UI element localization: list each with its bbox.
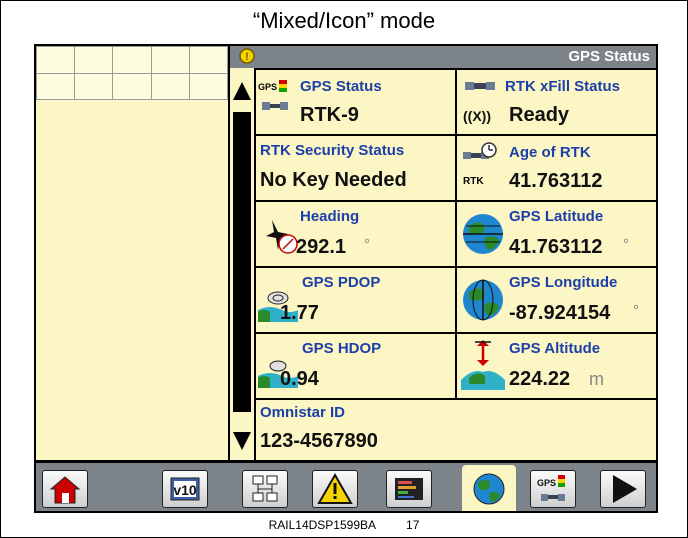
omnistar-id-label: Omnistar ID [260, 404, 346, 421]
age-of-rtk-label: Age of RTK [509, 144, 591, 161]
heading-label: Heading [300, 208, 360, 225]
cell-gps-altitude[interactable]: GPS Altitude 224.22 m [457, 334, 656, 398]
network-icon [252, 475, 278, 502]
gps-status-icon: GPS [258, 80, 288, 110]
v10-label: v10 [173, 482, 197, 498]
left-panel [36, 100, 228, 460]
cell-heading[interactable]: Heading 292.1 ° [256, 202, 455, 266]
page-number: 17 [406, 518, 420, 532]
figure-caption: “Mixed/Icon” mode [252, 8, 436, 33]
gps-longitude-label: GPS Longitude [509, 274, 618, 291]
gps-hdop-value: 0.94 [280, 368, 319, 390]
tab-globe-selected[interactable] [462, 465, 516, 511]
warning-button[interactable] [312, 470, 358, 508]
heading-unit: ° [364, 236, 370, 253]
play-arrow-icon [613, 475, 637, 503]
xfill-icon: ((X)) [463, 108, 491, 124]
svg-text:GPS: GPS [258, 82, 277, 92]
gps-latitude-value: 41.763112 [509, 236, 603, 258]
page-header: ! GPS Status [230, 46, 656, 68]
rtk-xfill-value: Ready [509, 104, 570, 126]
cell-rtk-xfill[interactable]: RTK xFill Status ((X)) Ready [457, 70, 656, 134]
rtk-security-label: RTK Security Status [260, 142, 405, 159]
gps-pdop-label: GPS PDOP [302, 274, 381, 291]
cell-gps-status[interactable]: GPS GPS Status RTK-9 [256, 70, 455, 134]
home-icon [49, 476, 81, 504]
cell-rtk-security[interactable]: RTK Security Status No Key Needed [256, 136, 455, 200]
scroll-thumb[interactable] [233, 112, 251, 412]
cell-gps-pdop[interactable]: GPS PDOP 1.77 [256, 268, 455, 332]
heading-value: 292.1 [296, 236, 347, 258]
omnistar-id-value: 123-4567890 [260, 430, 378, 452]
v10-icon: v10 [170, 477, 200, 501]
bar-display-icon [395, 478, 423, 500]
gps-altitude-label: GPS Altitude [509, 340, 601, 357]
tab-bar: v10 GPS [36, 463, 656, 511]
gps-latitude-unit: ° [623, 236, 629, 253]
gps-pdop-value: 1.77 [280, 302, 319, 324]
alert-icon: ! [239, 48, 255, 64]
age-of-rtk-icon: RTK [463, 142, 497, 187]
gps-hdop-label: GPS HDOP [302, 340, 382, 357]
gps-latitude-label: GPS Latitude [509, 208, 604, 225]
figure-reference: RAIL14DSP1599BA [268, 518, 376, 532]
globe-latitude-icon [463, 214, 503, 254]
gps-altitude-value: 224.22 [509, 368, 571, 390]
svg-text:RTK: RTK [463, 176, 484, 187]
v10-button[interactable]: v10 [162, 470, 208, 508]
svg-text:!: ! [245, 51, 249, 63]
gps-longitude-value: -87.924154 [509, 302, 611, 324]
home-button[interactable] [42, 470, 88, 508]
layout-grid [35, 46, 229, 100]
altitude-icon [461, 340, 505, 390]
scroll-up-icon[interactable] [233, 82, 251, 100]
warning-icon [317, 472, 353, 504]
gps-tab-label: GPS [537, 478, 556, 488]
cell-gps-hdop[interactable]: GPS HDOP 0.94 [256, 334, 455, 398]
cell-gps-longitude[interactable]: GPS Longitude -87.924154 ° [457, 268, 656, 332]
network-button[interactable] [242, 470, 288, 508]
age-of-rtk-value: 41.763112 [509, 170, 603, 192]
rtk-security-value: No Key Needed [260, 169, 407, 191]
next-page-button[interactable] [600, 470, 646, 508]
cell-gps-latitude[interactable]: GPS Latitude 41.763112 ° [457, 202, 656, 266]
display-settings-button[interactable] [386, 470, 432, 508]
cell-age-of-rtk[interactable]: RTK Age of RTK 41.763112 [457, 136, 656, 200]
gps-altitude-unit: m [589, 369, 604, 389]
cell-omnistar-id[interactable]: Omnistar ID 123-4567890 [256, 400, 656, 460]
globe-longitude-icon [463, 279, 503, 321]
satellite-icon [465, 82, 495, 90]
scroll-down-icon[interactable] [233, 432, 251, 450]
gps-status-tab-button[interactable]: GPS [530, 470, 576, 508]
rtk-xfill-label: RTK xFill Status [505, 78, 621, 95]
scrollbar[interactable] [230, 68, 254, 460]
gps-longitude-unit: ° [633, 302, 639, 319]
figure-footer: RAIL14DSP1599BA 17 [0, 518, 688, 532]
gps-status-label: GPS Status [300, 78, 382, 95]
globe-icon [473, 473, 505, 505]
gps-tab-icon: GPS [537, 475, 565, 501]
page-title: GPS Status [568, 48, 650, 65]
gps-status-value: RTK-9 [300, 104, 359, 126]
